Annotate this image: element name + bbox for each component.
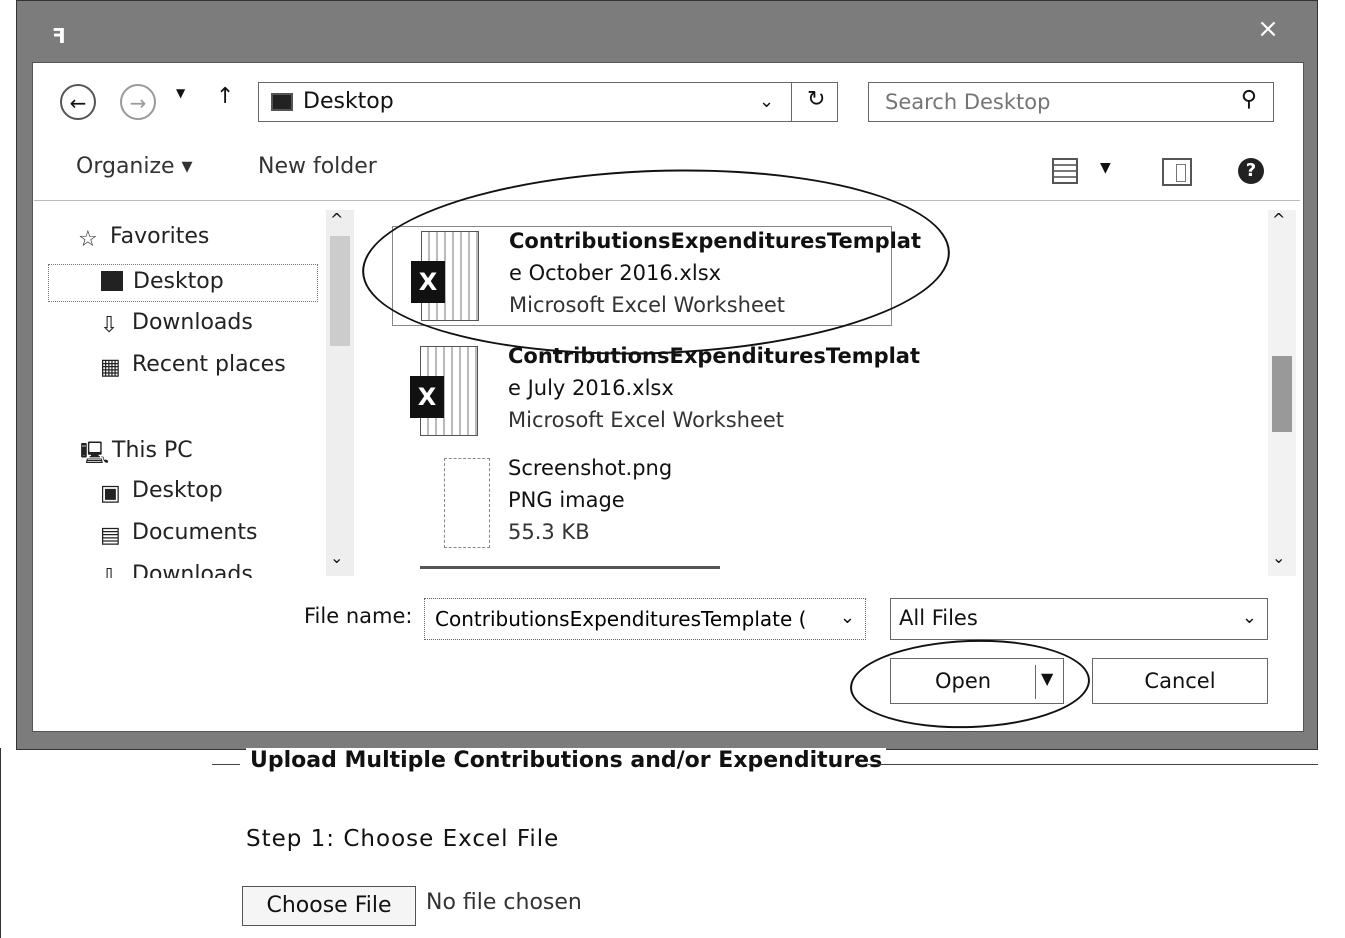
nav-desktop[interactable]: Desktop [48,264,318,302]
list-scroll-down-icon[interactable]: ⌄ [1272,548,1285,567]
file-type-select[interactable]: All Files ⌄ [890,598,1268,640]
downloads-folder-icon: ⇩ [100,565,119,578]
excel-file-icon: X [411,231,481,321]
new-folder-button[interactable]: New folder [258,154,377,179]
nav-favorites-label: Favorites [110,224,210,249]
nav-pc-downloads-label: Downloads [132,562,253,578]
file-name-combobox[interactable]: ⌄ [424,598,866,640]
fieldset-line-right [868,764,1318,765]
arrow-left-icon: ← [69,91,87,115]
arrow-up-icon: ↑ [216,84,235,109]
search-box[interactable]: ⚲ [868,82,1274,122]
folder-icon [271,93,293,111]
desktop-icon [101,271,123,291]
file-type: PNG image [508,488,625,512]
nav-scroll-up-icon[interactable]: ^ [330,210,343,229]
organize-menu[interactable]: Organize ▾ [76,154,193,179]
chevron-down-icon[interactable]: ⌄ [840,607,855,628]
file-name-line1: ContributionsExpendituresTemplat [508,344,921,368]
no-file-chosen-text: No file chosen [426,890,582,915]
chevron-down-icon[interactable]: ⌄ [1242,607,1257,628]
nav-scrollbar-thumb[interactable] [330,236,350,346]
chevron-down-icon[interactable]: ⌄ [759,91,774,112]
image-file-icon [410,458,490,548]
address-separator [791,83,792,121]
nav-pc-desktop-label: Desktop [132,478,223,503]
nav-this-pc-label: This PC [112,438,193,463]
cancel-button[interactable]: Cancel [1092,658,1268,704]
refresh-icon[interactable]: ↻ [807,87,825,112]
file-item-screenshot-png[interactable]: Screenshot.png PNG image 55.3 KB [392,454,892,554]
file-type: Microsoft Excel Worksheet [509,293,786,317]
nav-recent-places[interactable]: ▦ Recent places [100,352,286,380]
computer-icon: 🖳 [80,441,110,466]
nav-downloads-label: Downloads [132,310,253,335]
back-button[interactable]: ← [60,84,96,120]
list-scroll-up-icon[interactable]: ^ [1272,210,1285,229]
file-type: Microsoft Excel Worksheet [508,408,785,432]
open-dropdown-icon[interactable]: ▼ [1041,669,1053,688]
file-item-july-xlsx[interactable]: X ContributionsExpendituresTemplat e Jul… [392,342,920,442]
split-divider [1035,665,1036,699]
documents-icon: ▤ [100,523,121,548]
step-1-label: Step 1: Choose Excel File [246,826,560,852]
file-name-line1: ContributionsExpendituresTemplat [509,229,922,253]
nav-documents-label: Documents [132,520,258,545]
desktop-folder-icon: ▣ [100,481,121,506]
open-button[interactable]: Open ▼ [890,658,1064,704]
file-name-label: File name: [304,604,413,628]
downloads-icon: ⇩ [100,313,119,338]
file-name-input[interactable] [433,606,823,632]
fieldset-line-left [212,764,240,765]
file-list-scrollbar-thumb[interactable] [1272,356,1292,432]
open-button-label: Open [935,669,992,693]
fieldset-legend: Upload Multiple Contributions and/or Exp… [246,748,887,773]
address-bar[interactable]: Desktop ⌄ ↻ [258,82,838,122]
address-path: Desktop [303,89,394,114]
file-item-october-xlsx[interactable]: X ContributionsExpendituresTemplat e Oct… [392,226,921,326]
recent-places-icon: ▦ [100,355,121,380]
nav-pc-desktop[interactable]: ▣ Desktop [100,478,223,506]
app-icon: ꟻ [52,24,66,48]
file-name-line2: e July 2016.xlsx [508,376,674,400]
close-button[interactable]: × [1250,14,1286,44]
nav-desktop-label: Desktop [133,269,224,294]
nav-pc-downloads[interactable]: ⇩ Downloads [100,562,253,578]
arrow-right-icon: → [129,91,147,115]
view-dropdown-icon[interactable]: ▼ [1100,160,1111,176]
page-fieldset-border [0,748,1,938]
change-view-icon[interactable] [1052,158,1078,184]
help-icon[interactable]: ? [1238,158,1264,184]
choose-file-button[interactable]: Choose File [242,886,416,926]
recent-locations-dropdown[interactable]: ▼ [176,86,185,100]
search-input[interactable] [883,89,1207,115]
nav-favorites[interactable]: ☆ Favorites [78,224,210,252]
up-button[interactable]: ↑ [216,84,234,109]
forward-button[interactable]: → [120,84,156,120]
nav-scroll-down-icon[interactable]: ⌄ [330,548,343,567]
file-name-line2: e October 2016.xlsx [509,261,722,285]
file-size: 55.3 KB [508,520,590,544]
nav-downloads[interactable]: ⇩ Downloads [100,310,253,338]
file-type-value: All Files [899,606,978,630]
toolbar-divider [34,200,1300,201]
excel-file-icon: X [410,346,480,436]
star-icon: ☆ [78,227,98,252]
nav-recent-label: Recent places [132,352,286,377]
preview-pane-icon[interactable] [1162,158,1192,186]
file-name: Screenshot.png [508,456,673,480]
file-item-partial[interactable] [420,566,720,581]
nav-this-pc[interactable]: 🖳 This PC [80,436,193,466]
nav-documents[interactable]: ▤ Documents [100,520,258,548]
search-icon[interactable]: ⚲ [1241,87,1257,112]
